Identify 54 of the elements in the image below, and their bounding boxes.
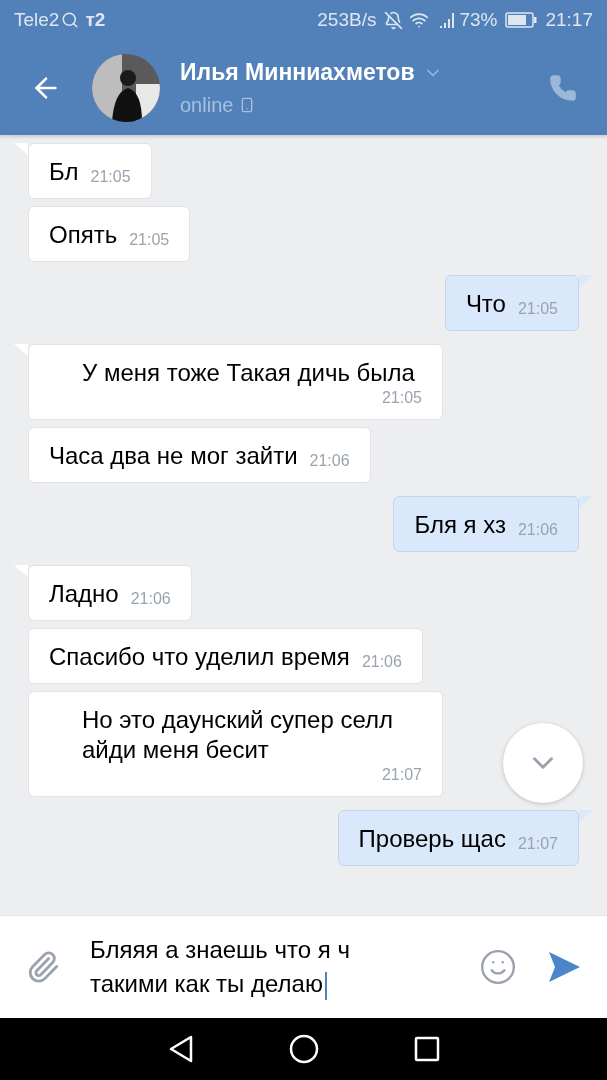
message-bubble[interactable]: Ладно 21:06 (28, 565, 192, 621)
message-bubble[interactable]: Что 21:05 (444, 275, 579, 331)
message-time: 21:07 (381, 765, 422, 785)
message-text: Ладно (49, 579, 119, 609)
message-text: Спасибо что уделил время (49, 642, 350, 672)
home-nav-icon[interactable] (288, 1034, 319, 1064)
message-time: 21:06 (130, 589, 171, 609)
bubble-tail-icon (14, 344, 28, 356)
message-time: 21:05 (517, 299, 558, 319)
attach-icon[interactable] (26, 950, 60, 984)
message-bubble[interactable]: Бл 21:05 (28, 143, 152, 199)
message-bubble[interactable]: Спасибо что уделил время 21:06 (28, 628, 423, 684)
contact-name[interactable]: Илья Минниахметов (180, 55, 415, 90)
message-text: Что (465, 289, 506, 319)
message-time: 21:06 (309, 451, 350, 471)
bubble-tail-icon (14, 565, 28, 577)
carrier-name: Tele2 (14, 7, 60, 32)
bubble-tail-icon (14, 143, 28, 155)
message-text: Проверь щас (358, 824, 506, 854)
carrier-logo: т2 (85, 7, 106, 32)
mute-icon (384, 10, 404, 30)
wifi-icon (409, 10, 430, 30)
message-bubble[interactable]: Проверь щас 21:07 (337, 810, 579, 866)
emoji-icon[interactable] (479, 948, 517, 986)
back-nav-icon[interactable] (167, 1035, 194, 1063)
network-speed: 253B/s (317, 7, 377, 32)
message-time: 21:06 (517, 520, 558, 540)
message-text: Опять (49, 220, 118, 250)
message-bubble[interactable]: Но это даунский супер селл айди меня бесит 21:07 (28, 691, 443, 797)
recents-nav-icon[interactable] (413, 1036, 440, 1062)
message-time: 21:05 (381, 388, 422, 408)
message-bubble[interactable]: Бля я хз 21:06 (393, 496, 579, 552)
message-text: Но это даунский супер селл айди меня бесит (82, 705, 395, 765)
message-text: Бл (49, 157, 79, 187)
message-time: 21:06 (361, 652, 402, 672)
message-text: Часа два не мог зайти (49, 441, 298, 471)
online-status: online (180, 92, 234, 118)
bubble-tail-icon (579, 810, 593, 822)
message-bubble[interactable]: У меня тоже Такая дичь была 21:05 (28, 344, 443, 420)
call-icon[interactable] (549, 73, 577, 102)
clock: 21:17 (545, 7, 593, 32)
bubble-tail-icon (579, 275, 593, 287)
bubble-tail-icon (579, 496, 593, 508)
message-bubble[interactable]: Часа два не мог зайти 21:06 (28, 427, 371, 483)
battery-percent: 73% (459, 7, 498, 32)
send-icon[interactable] (547, 950, 581, 984)
message-time: 21:05 (129, 230, 170, 250)
message-text: Бля я хз (414, 510, 506, 540)
battery-icon (505, 12, 538, 28)
message-bubble[interactable]: Опять 21:05 (28, 206, 191, 262)
search-icon (61, 11, 80, 29)
message-time: 21:07 (517, 834, 558, 854)
message-text: У меня тоже Такая дичь была (82, 358, 416, 388)
message-time: 21:05 (90, 167, 131, 187)
